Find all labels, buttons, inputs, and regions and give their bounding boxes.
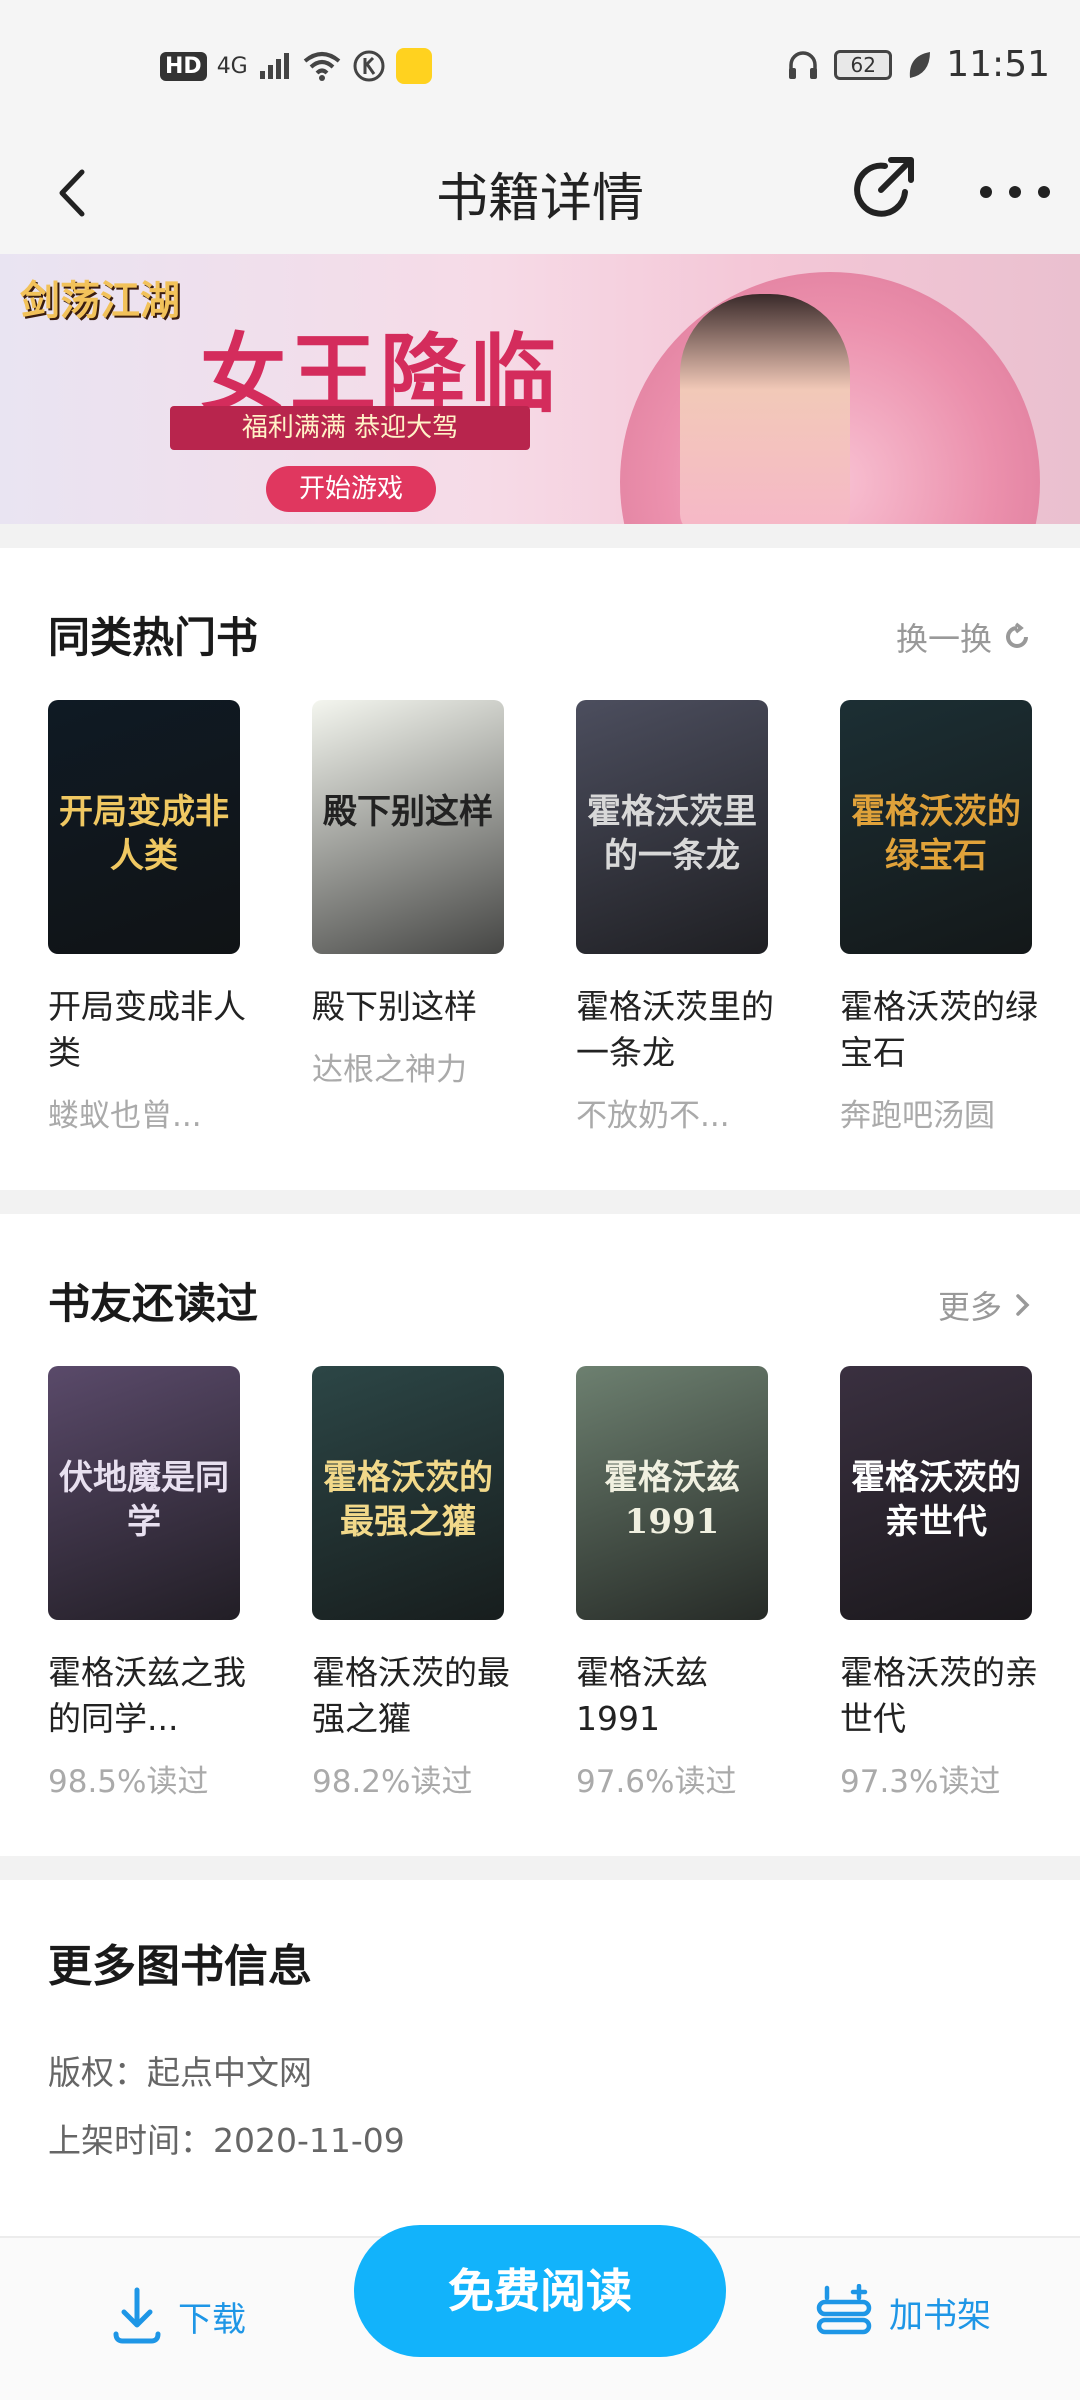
cover-title-art: 霍格沃茨的最强之獾 <box>323 1458 493 1542</box>
share-button[interactable] <box>845 152 921 228</box>
book-cover[interactable]: 开局变成非人类 <box>48 700 240 954</box>
book-title[interactable]: 霍格沃茨的亲世代 <box>840 1650 1040 1742</box>
book-cover[interactable]: 霍格沃茨的最强之獾 <box>312 1366 504 1620</box>
book-cover[interactable]: 霍格沃兹 1991 <box>576 1366 768 1620</box>
book-card[interactable]: 霍格沃茨里的一条龙 霍格沃茨里的一条龙 不放奶不... <box>576 700 774 1135</box>
more-button[interactable]: 更多 <box>938 1282 1032 1328</box>
book-cover[interactable]: 伏地魔是同学 <box>48 1366 240 1620</box>
book-card[interactable]: 殿下别这样 殿下别这样 达根之神力 <box>312 700 504 1089</box>
dot-icon <box>1009 186 1021 198</box>
book-cover[interactable]: 殿下别这样 <box>312 700 504 954</box>
add-shelf-label: 加书架 <box>889 2295 991 2336</box>
book-card[interactable]: 开局变成非人类 开局变成非人类 蝼蚁也曾... <box>48 700 246 1135</box>
banner-subline: 福利满满 恭迎大驾 <box>170 406 530 450</box>
hd-indicator: HD <box>160 51 207 81</box>
clock: 11:51 <box>946 44 1050 85</box>
book-title[interactable]: 霍格沃茨的最强之獾 <box>312 1650 512 1742</box>
leaf-icon <box>910 51 931 78</box>
book-title[interactable]: 开局变成非人类 <box>48 984 248 1076</box>
book-card[interactable]: 霍格沃兹 1991 霍格沃兹1991 97.6%读过 <box>576 1366 768 1801</box>
download-icon <box>113 2287 161 2344</box>
chevron-right-icon <box>1016 1294 1030 1316</box>
cover-title-art: 伏地魔是同学 <box>59 1458 229 1542</box>
cover-title-art: 殿下别这样 <box>323 792 493 832</box>
k-badge-icon <box>353 50 385 82</box>
cover-title-art: 霍格沃茨里的一条龙 <box>587 792 757 876</box>
free-read-button[interactable]: 免费阅读 <box>354 2225 726 2357</box>
download-label: 下载 <box>178 2299 246 2340</box>
book-card[interactable]: 霍格沃茨的亲世代 霍格沃茨的亲世代 97.3%读过 <box>840 1366 1038 1801</box>
dot-icon <box>1038 186 1050 198</box>
read-percentage: 98.2%读过 <box>312 1764 473 1800</box>
status-left: HD 4G <box>160 48 432 84</box>
share-icon <box>854 157 914 217</box>
refresh-label: 换一换 <box>895 620 992 658</box>
cover-title-art: 霍格沃茨的绿宝石 <box>851 792 1021 876</box>
book-title[interactable]: 殿下别这样 <box>312 984 512 1030</box>
status-bar: HD 4G 62 11:51 <box>0 0 1080 130</box>
cover-title-art: 霍格沃兹 1991 <box>604 1458 740 1542</box>
readers-also-title: 书友还读过 <box>48 1279 259 1328</box>
book-author: 不放奶不... <box>576 1098 730 1134</box>
book-title[interactable]: 霍格沃兹1991 <box>576 1650 776 1742</box>
book-card[interactable]: 伏地魔是同学霍格沃兹之我的同学... 98.5%读过 <box>48 1366 246 1801</box>
shelf-date-info: 上架时间：2020-11-09 <box>48 2121 405 2160</box>
book-author: 蝼蚁也曾... <box>48 1098 202 1134</box>
app-notification-icon <box>395 48 432 84</box>
battery-indicator: 62 <box>834 49 893 80</box>
copyright-info: 版权：起点中文网 <box>48 2053 312 2092</box>
section-divider <box>0 524 1080 548</box>
banner-game-logo: 剑荡江湖 <box>20 277 180 324</box>
refresh-icon <box>1006 622 1028 648</box>
read-percentage: 98.5%读过 <box>48 1764 209 1800</box>
book-title[interactable]: 霍格沃茨里的一条龙 <box>576 984 776 1076</box>
book-title[interactable]: 霍格沃茨的绿宝石 <box>840 984 1040 1076</box>
section-divider <box>0 1856 1080 1880</box>
book-cover[interactable]: 霍格沃茨里的一条龙 <box>576 700 768 954</box>
cover-title-art: 开局变成非人类 <box>59 792 229 876</box>
app-header: 书籍详情 <box>0 130 1080 254</box>
banner-character-art <box>680 294 850 524</box>
read-percentage: 97.3%读过 <box>840 1764 1001 1800</box>
book-cover[interactable]: 霍格沃茨的绿宝石 <box>840 700 1032 954</box>
cover-title-art: 霍格沃茨的亲世代 <box>851 1458 1021 1542</box>
wifi-icon <box>303 52 341 81</box>
ad-banner[interactable]: 剑荡江湖 女王降临 福利满满 恭迎大驾 开始游戏 <box>0 254 1080 524</box>
banner-start-game-button[interactable]: 开始游戏 <box>266 466 436 512</box>
dot-icon <box>980 186 992 198</box>
book-author: 达根之神力 <box>312 1052 467 1088</box>
network-indicator: 4G <box>216 53 248 79</box>
section-divider <box>0 1190 1080 1214</box>
book-author: 奔跑吧汤圆 <box>840 1098 995 1134</box>
download-button[interactable]: 下载 <box>110 2286 246 2346</box>
read-percentage: 97.6%读过 <box>576 1764 737 1800</box>
book-card[interactable]: 霍格沃茨的绿宝石 霍格沃茨的绿宝石 奔跑吧汤圆 <box>840 700 1038 1135</box>
refresh-button[interactable]: 换一换 <box>896 614 1032 660</box>
more-options-button[interactable] <box>980 160 1050 224</box>
book-title[interactable]: 霍格沃兹之我的同学... <box>48 1650 248 1742</box>
more-info-title: 更多图书信息 <box>48 1941 312 1992</box>
book-cover[interactable]: 霍格沃茨的亲世代 <box>840 1366 1032 1620</box>
headphones-icon <box>789 50 818 79</box>
book-card[interactable]: 霍格沃茨的最强之獾 霍格沃茨的最强之獾 98.2%读过 <box>312 1366 510 1801</box>
similar-books-title: 同类热门书 <box>48 613 259 662</box>
signal-icon <box>259 53 289 79</box>
add-to-shelf-button[interactable]: 加书架 <box>815 2284 991 2340</box>
status-right: 62 11:51 <box>786 44 1050 85</box>
more-label: 更多 <box>937 1288 1002 1326</box>
add-shelf-icon <box>816 2284 872 2335</box>
